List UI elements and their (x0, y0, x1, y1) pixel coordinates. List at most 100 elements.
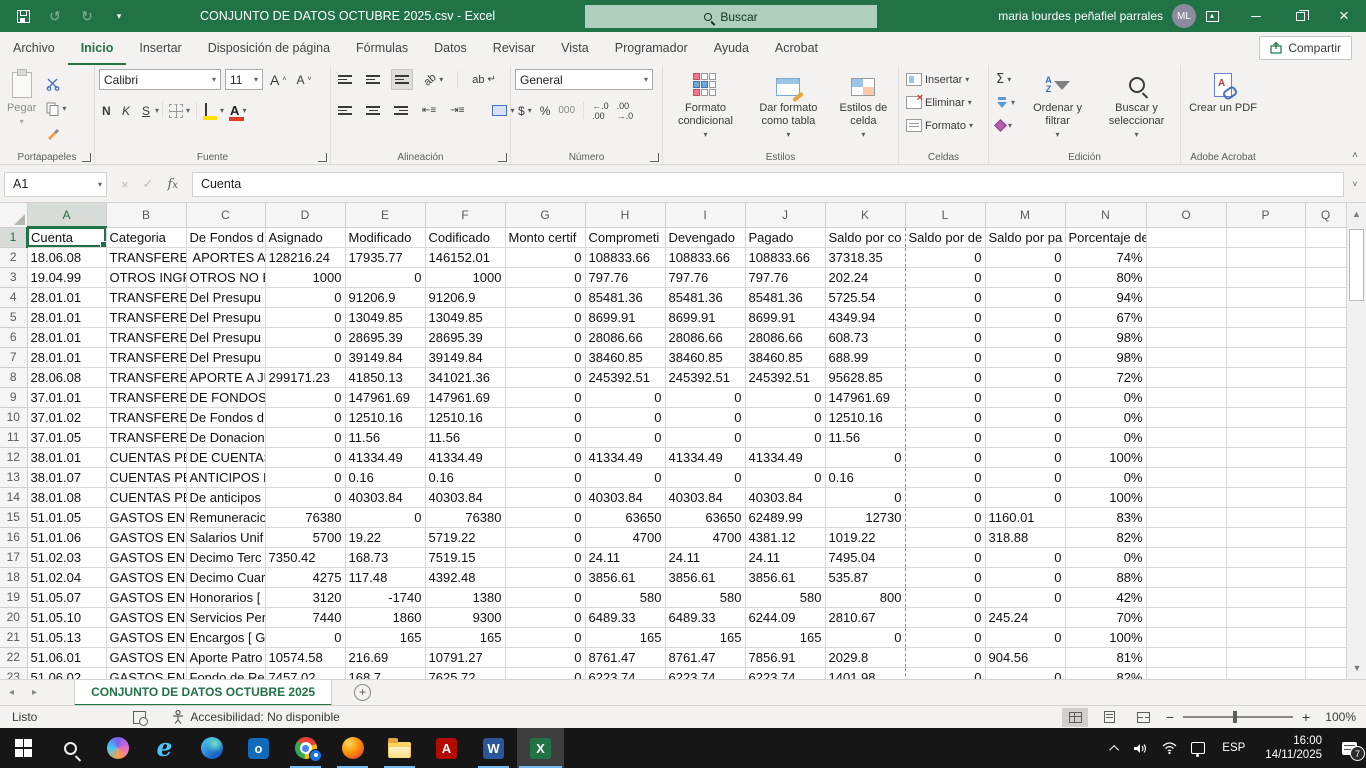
delete-cells-button[interactable]: Eliminar▾ (903, 92, 984, 113)
cell-J7[interactable]: 38460.85 (745, 347, 825, 367)
cell-F6[interactable]: 28695.39 (425, 327, 505, 347)
cell-I4[interactable]: 85481.36 (665, 287, 745, 307)
cell-I1[interactable]: Devengado (665, 227, 745, 247)
row-header-14[interactable]: 14 (0, 487, 27, 507)
cell-M3[interactable]: 0 (985, 267, 1065, 287)
cell-A20[interactable]: 51.05.10 (27, 607, 106, 627)
column-header-H[interactable]: H (585, 203, 665, 227)
cell-J23[interactable]: 6223.74 (745, 667, 825, 679)
align-left-button[interactable] (335, 100, 355, 121)
cell-C8[interactable]: APORTE A JU (186, 367, 265, 387)
row-header-9[interactable]: 9 (0, 387, 27, 407)
cell-B6[interactable]: TRANSFEREN (106, 327, 186, 347)
cell-A10[interactable]: 37.01.02 (27, 407, 106, 427)
cell-A8[interactable]: 28.06.08 (27, 367, 106, 387)
row-header-13[interactable]: 13 (0, 467, 27, 487)
orientation-button[interactable]: ab▾ (421, 69, 446, 90)
cell-C20[interactable]: Servicios Per (186, 607, 265, 627)
cell-K6[interactable]: 608.73 (825, 327, 905, 347)
user-account[interactable]: maria lourdes peñafiel parrales ML (998, 0, 1196, 32)
vertical-scrollbar[interactable]: ▲ ▼ (1346, 203, 1366, 679)
column-header-B[interactable]: B (106, 203, 186, 227)
row-header-16[interactable]: 16 (0, 527, 27, 547)
cell-O15[interactable] (1146, 507, 1226, 527)
cell-B15[interactable]: GASTOS EN F (106, 507, 186, 527)
cell-M8[interactable]: 0 (985, 367, 1065, 387)
cell-N5[interactable]: 67% (1065, 307, 1146, 327)
format-cells-button[interactable]: Formato▾ (903, 115, 984, 136)
cell-O17[interactable] (1146, 547, 1226, 567)
cell-N20[interactable]: 70% (1065, 607, 1146, 627)
cell-D22[interactable]: 10574.58 (265, 647, 345, 667)
tab-programador[interactable]: Programador (602, 32, 701, 65)
cell-Q17[interactable] (1305, 547, 1346, 567)
column-header-D[interactable]: D (265, 203, 345, 227)
cell-A14[interactable]: 38.01.08 (27, 487, 106, 507)
column-header-N[interactable]: N (1065, 203, 1146, 227)
cell-O16[interactable] (1146, 527, 1226, 547)
numero-dialog-launcher-icon[interactable] (650, 153, 659, 162)
row-header-15[interactable]: 15 (0, 507, 27, 527)
cell-C14[interactable]: De anticipos (186, 487, 265, 507)
cell-I9[interactable]: 0 (665, 387, 745, 407)
cell-H7[interactable]: 38460.85 (585, 347, 665, 367)
cell-B10[interactable]: TRANSFEREN (106, 407, 186, 427)
prev-sheet-icon[interactable]: ◂ (0, 687, 23, 698)
cell-K18[interactable]: 535.87 (825, 567, 905, 587)
cell-L2[interactable]: 0 (905, 247, 985, 267)
tab-inicio[interactable]: Inicio (68, 32, 127, 65)
cell-M6[interactable]: 0 (985, 327, 1065, 347)
cell-Q21[interactable] (1305, 627, 1346, 647)
cell-J3[interactable]: 797.76 (745, 267, 825, 287)
cell-M1[interactable]: Saldo por pa (985, 227, 1065, 247)
save-icon[interactable] (14, 7, 32, 25)
cell-D16[interactable]: 5700 (265, 527, 345, 547)
cell-A15[interactable]: 51.01.05 (27, 507, 106, 527)
font-name-select[interactable]: Calibri▾ (99, 69, 221, 90)
cell-Q5[interactable] (1305, 307, 1346, 327)
column-header-P[interactable]: P (1226, 203, 1305, 227)
row-header-5[interactable]: 5 (0, 307, 27, 327)
cell-P11[interactable] (1226, 427, 1305, 447)
cell-E2[interactable]: 17935.77 (345, 247, 425, 267)
cell-F5[interactable]: 13049.85 (425, 307, 505, 327)
cell-M5[interactable]: 0 (985, 307, 1065, 327)
cell-F1[interactable]: Codificado (425, 227, 505, 247)
cell-D2[interactable]: 128216.24 (265, 247, 345, 267)
cell-F8[interactable]: 341021.36 (425, 367, 505, 387)
cell-A13[interactable]: 38.01.07 (27, 467, 106, 487)
row-header-6[interactable]: 6 (0, 327, 27, 347)
cell-F12[interactable]: 41334.49 (425, 447, 505, 467)
cell-L9[interactable]: 0 (905, 387, 985, 407)
cell-G2[interactable]: 0 (505, 247, 585, 267)
cell-C2[interactable]: APORTES A (186, 247, 265, 267)
cell-D9[interactable]: 0 (265, 387, 345, 407)
cell-N6[interactable]: 98% (1065, 327, 1146, 347)
column-header-Q[interactable]: Q (1305, 203, 1346, 227)
cell-K23[interactable]: 1401.98 (825, 667, 905, 679)
decrease-decimal-button[interactable]: .00→.0 (614, 100, 637, 121)
cell-Q2[interactable] (1305, 247, 1346, 267)
cell-I7[interactable]: 38460.85 (665, 347, 745, 367)
taskbar-internet-explorer[interactable]: e (141, 728, 188, 768)
cell-E17[interactable]: 168.73 (345, 547, 425, 567)
cell-J9[interactable]: 0 (745, 387, 825, 407)
formula-input[interactable]: Cuenta (192, 172, 1344, 197)
cell-N3[interactable]: 80% (1065, 267, 1146, 287)
column-header-K[interactable]: K (825, 203, 905, 227)
cell-M16[interactable]: 318.88 (985, 527, 1065, 547)
cell-B22[interactable]: GASTOS EN F (106, 647, 186, 667)
cell-Q14[interactable] (1305, 487, 1346, 507)
cell-G8[interactable]: 0 (505, 367, 585, 387)
cell-D12[interactable]: 0 (265, 447, 345, 467)
undo-icon[interactable]: ↺ (46, 7, 64, 25)
cell-D1[interactable]: Asignado (265, 227, 345, 247)
cell-F14[interactable]: 40303.84 (425, 487, 505, 507)
expand-formula-bar-icon[interactable]: ˅ (1344, 179, 1366, 189)
fuente-dialog-launcher-icon[interactable] (318, 153, 327, 162)
cell-O1[interactable] (1146, 227, 1226, 247)
cell-B17[interactable]: GASTOS EN F (106, 547, 186, 567)
font-size-select[interactable]: 11▾ (225, 69, 263, 90)
cell-N16[interactable]: 82% (1065, 527, 1146, 547)
cell-A7[interactable]: 28.01.01 (27, 347, 106, 367)
